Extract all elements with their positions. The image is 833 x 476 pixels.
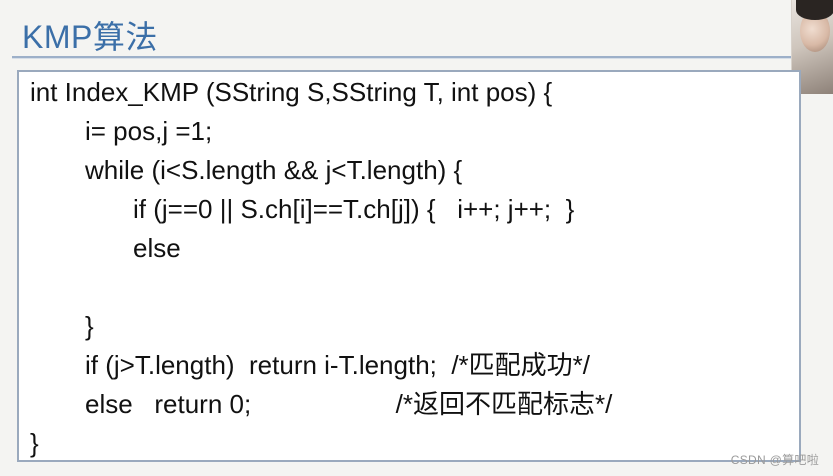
code-line-4: if (j==0 || S.ch[i]==T.ch[j]) { i++; j++…: [133, 194, 575, 224]
code-line-1: int Index_KMP (SString S,SString T, int …: [30, 77, 553, 107]
code-line-7: }: [85, 311, 94, 341]
watermark: CSDN @算吧啦: [730, 453, 819, 467]
code-line-2: i= pos,j =1;: [85, 116, 213, 146]
code-line-10: }: [30, 428, 39, 458]
code-box: int Index_KMP (SString S,SString T, int …: [17, 70, 801, 462]
title-divider-shadow: [12, 58, 804, 59]
code-line-5: else: [133, 233, 181, 263]
code-line-3: while (i<S.length && j<T.length) {: [85, 155, 463, 185]
presenter-hair: [796, 0, 833, 20]
code-line-9: else return 0; /*返回不匹配标志*/: [85, 389, 613, 419]
code-line-8: if (j>T.length) return i-T.length; /*匹配成…: [85, 350, 591, 380]
slide-title: KMP算法: [22, 19, 158, 55]
